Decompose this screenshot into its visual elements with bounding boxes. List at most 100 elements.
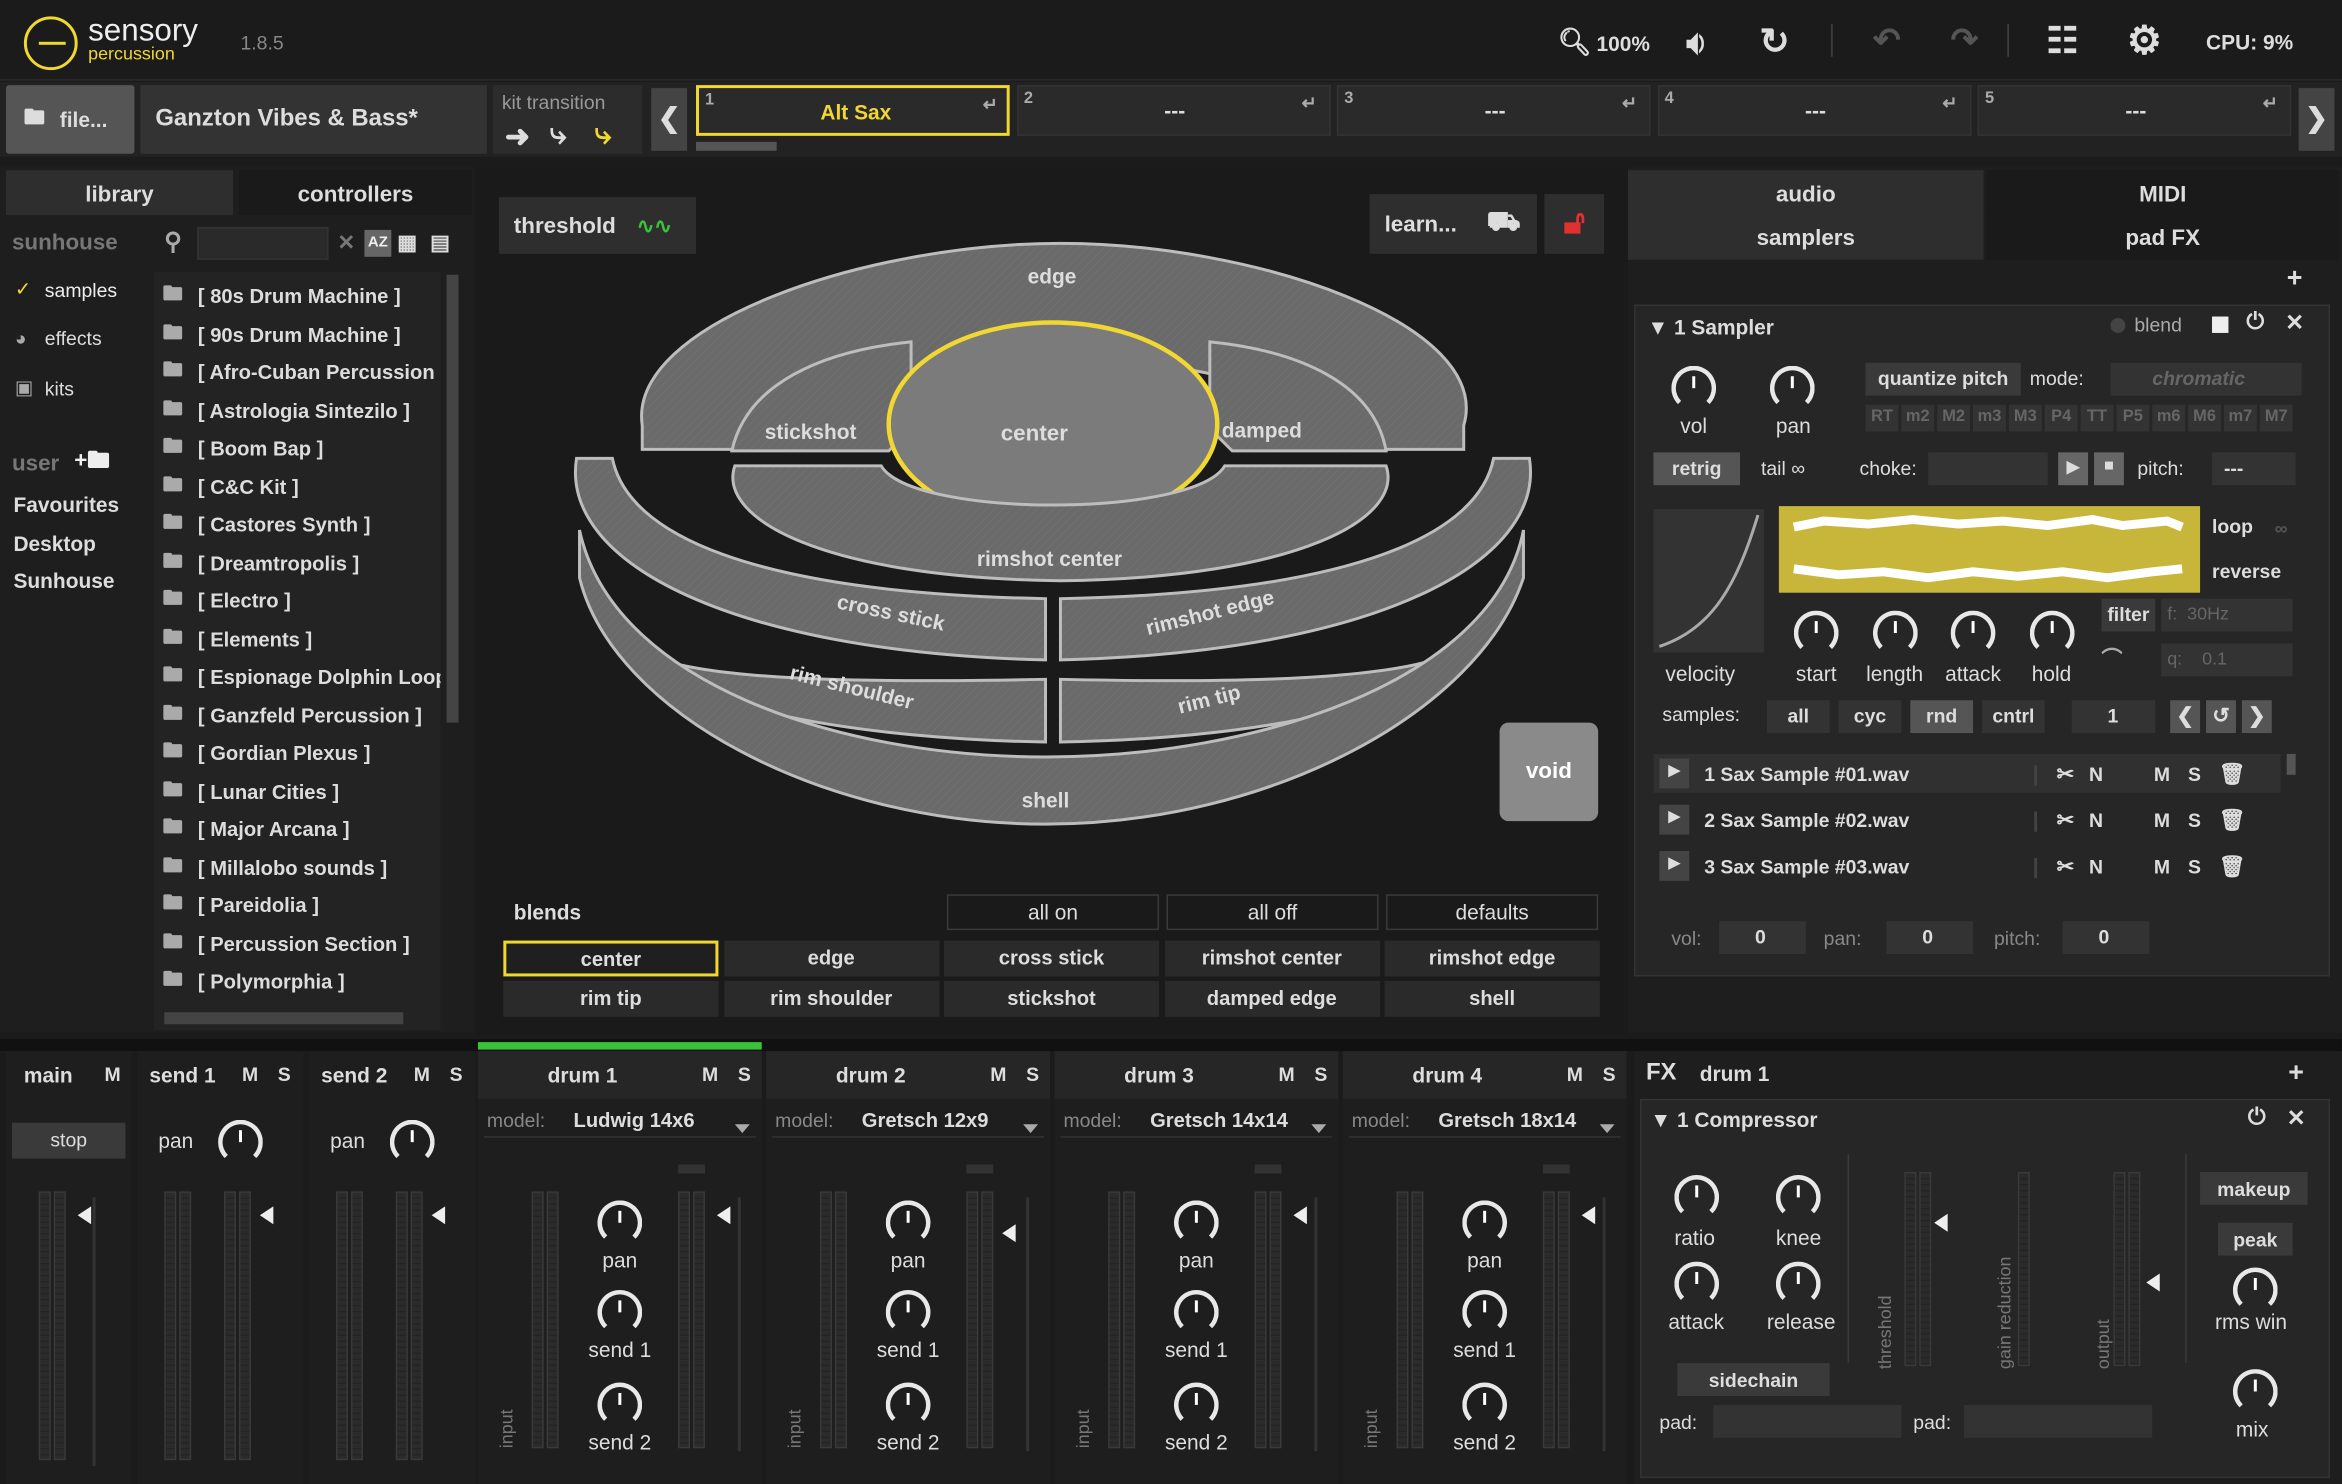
add-folder-icon[interactable]: +🖿︎ xyxy=(74,445,109,482)
drum-send1-knob[interactable] xyxy=(1173,1289,1219,1335)
folder-item[interactable]: 🖿︎ [ C&C Kit ] xyxy=(163,470,441,504)
blend-toggle[interactable]: damped edge xyxy=(1164,980,1380,1017)
tab-midi[interactable]: MIDI xyxy=(1986,170,2339,215)
blend-action-2[interactable]: defaults xyxy=(1386,894,1599,931)
tab-audio[interactable]: audio xyxy=(1628,170,1984,215)
kit-slot-4[interactable]: 4 --- ↵ xyxy=(1657,85,1971,136)
transition-immediate-icon[interactable]: ➜ xyxy=(505,118,530,155)
interval-M6[interactable]: M6 xyxy=(2188,404,2221,432)
tab-library[interactable]: library xyxy=(5,170,234,215)
folder-item[interactable]: 🖿︎ [ Afro-Cuban Percussion xyxy=(163,355,441,389)
trash-icon[interactable]: 🗑︎ xyxy=(2219,807,2246,832)
interval-M3[interactable]: M3 xyxy=(2008,404,2042,432)
send-fader[interactable] xyxy=(259,1206,274,1225)
drum-send1-knob[interactable] xyxy=(597,1289,643,1335)
kit-slot-5[interactable]: 5 --- ↵ xyxy=(1977,85,2292,136)
fx-power-icon[interactable]: ⏻ xyxy=(2248,1105,2266,1130)
folder-item[interactable]: 🖿︎ [ 80s Drum Machine ] xyxy=(163,279,441,313)
mute-button[interactable]: M xyxy=(2154,855,2170,877)
kit-slot-menu-icon[interactable]: ↵ xyxy=(1942,93,1957,114)
kit-prev-button[interactable]: ❮ xyxy=(651,88,688,151)
kit-slot-2[interactable]: 2 --- ↵ xyxy=(1016,85,1331,136)
filter-freq-input[interactable]: f: 30Hz xyxy=(2161,598,2293,632)
normalize-button[interactable]: N xyxy=(2089,808,2103,830)
sample-scrollbar[interactable] xyxy=(2286,753,2296,775)
stop-square-icon[interactable] xyxy=(2212,316,2229,333)
drum-send1-knob[interactable] xyxy=(885,1289,931,1335)
drum-mute[interactable]: M xyxy=(702,1063,718,1085)
kit-name[interactable]: Ganzton Vibes & Bass* xyxy=(140,85,487,154)
attack-knob[interactable] xyxy=(1674,1261,1720,1307)
mixer-sliders-icon[interactable]: ☷ xyxy=(2046,19,2078,62)
sort-az-icon[interactable]: AZ xyxy=(364,229,392,257)
interval-M2[interactable]: M2 xyxy=(1937,404,1971,432)
vol-knob[interactable] xyxy=(1671,365,1717,411)
kit-slot-menu-icon[interactable]: ↵ xyxy=(1622,93,1637,114)
blend-toggle[interactable]: stickshot xyxy=(943,980,1160,1017)
interval-m3[interactable]: m3 xyxy=(1973,404,2006,432)
makeup-button[interactable]: makeup xyxy=(2200,1172,2308,1205)
sample-vol-input[interactable]: 0 xyxy=(1719,921,1806,955)
interval-TT[interactable]: TT xyxy=(2080,404,2114,432)
kit-scrollbar[interactable] xyxy=(696,141,777,151)
model-select[interactable]: model: Gretsch 12x9 xyxy=(772,1105,1045,1138)
folder-scrollbar[interactable] xyxy=(446,274,459,723)
folder-item[interactable]: 🖿︎ [ Dreamtropolis ] xyxy=(163,546,441,580)
clear-search-icon[interactable]: ✕ xyxy=(338,230,356,255)
fx-close-icon[interactable]: ✕ xyxy=(2287,1105,2306,1131)
output-slider[interactable] xyxy=(2146,1273,2160,1292)
peak-button[interactable]: peak xyxy=(2217,1222,2293,1256)
solo-button[interactable]: S xyxy=(2188,808,2201,830)
ratio-knob[interactable] xyxy=(1674,1174,1720,1220)
drum-mute[interactable]: M xyxy=(1567,1063,1583,1085)
drum-solo[interactable]: S xyxy=(1026,1063,1039,1085)
transition-next-icon[interactable]: ⤷ xyxy=(550,118,567,152)
blend-action-1[interactable]: all off xyxy=(1166,894,1379,931)
folder-item[interactable]: 🖿︎ [ Major Arcana ] xyxy=(163,812,441,846)
add-fx-icon[interactable]: + xyxy=(2288,1057,2304,1088)
filter-q-input[interactable]: q: 0.1 xyxy=(2161,643,2293,677)
waveform[interactable] xyxy=(1778,506,2201,593)
folder-item[interactable]: 🖿︎ [ Electro ] xyxy=(163,584,441,618)
power-icon[interactable]: ⏻ xyxy=(2246,309,2264,334)
solo-button[interactable]: S xyxy=(2188,762,2201,784)
play-icon[interactable]: ▶ xyxy=(1659,804,1690,835)
sample-row[interactable]: ▶ 1 Sax Sample #01.wav | ✂ N M S 🗑︎ xyxy=(1653,753,2281,793)
drum-fader[interactable] xyxy=(1581,1206,1596,1225)
user-item-sunhouse[interactable]: Sunhouse xyxy=(13,569,114,593)
sample-mode-cntrl[interactable]: cntrl xyxy=(1982,700,2045,734)
drum-send2-knob[interactable] xyxy=(597,1382,643,1428)
pitch-input[interactable]: --- xyxy=(2212,452,2296,486)
model-select[interactable]: model: Gretsch 14x14 xyxy=(1060,1105,1333,1138)
blend-toggle[interactable]: rim tip xyxy=(503,980,719,1017)
drum-mute[interactable]: M xyxy=(1279,1063,1295,1085)
send-pan-knob[interactable] xyxy=(389,1119,435,1165)
choke-select[interactable] xyxy=(1928,452,2048,486)
interval-RT[interactable]: RT xyxy=(1865,404,1899,432)
tail-button[interactable]: tail ∞ xyxy=(1761,457,1805,479)
hold-knob[interactable] xyxy=(2029,610,2074,656)
sample-row[interactable]: ▶ 4 Sax Sample #04.wav | ✂ N M S 🗑︎ xyxy=(1653,893,2280,897)
user-item-favourites[interactable]: Favourites xyxy=(13,493,119,517)
tab-controllers[interactable]: controllers xyxy=(238,170,472,215)
kit-slot-menu-icon[interactable]: ↵ xyxy=(983,94,998,115)
redo-icon[interactable]: ↷ xyxy=(1951,21,1979,60)
compressor-title[interactable]: ▼ 1 Compressor xyxy=(1650,1108,1817,1132)
knee-knob[interactable] xyxy=(1775,1174,1821,1220)
main-mute[interactable]: M xyxy=(105,1063,121,1085)
start-knob[interactable] xyxy=(1793,610,1839,656)
choke-stop-icon[interactable]: ■ xyxy=(2094,452,2124,486)
sidechain-button[interactable]: sidechain xyxy=(1677,1363,1830,1396)
interval-P5[interactable]: P5 xyxy=(2116,404,2150,432)
blend-toggle[interactable]: rim shoulder xyxy=(723,980,939,1017)
main-fader[interactable] xyxy=(77,1206,92,1225)
folder-item[interactable]: 🖿︎ [ Ganzfeld Percussion ] xyxy=(163,698,441,732)
void-button[interactable]: void xyxy=(1499,722,1599,822)
send-mute[interactable]: M xyxy=(242,1063,258,1085)
drum-send1-knob[interactable] xyxy=(1462,1289,1508,1335)
pad-select-2[interactable] xyxy=(1964,1404,2153,1438)
search-input[interactable] xyxy=(197,226,329,260)
send-fader[interactable] xyxy=(431,1206,446,1225)
undo-icon[interactable]: ↶ xyxy=(1873,21,1901,60)
kit-slot-3[interactable]: 3 --- ↵ xyxy=(1336,85,1651,136)
